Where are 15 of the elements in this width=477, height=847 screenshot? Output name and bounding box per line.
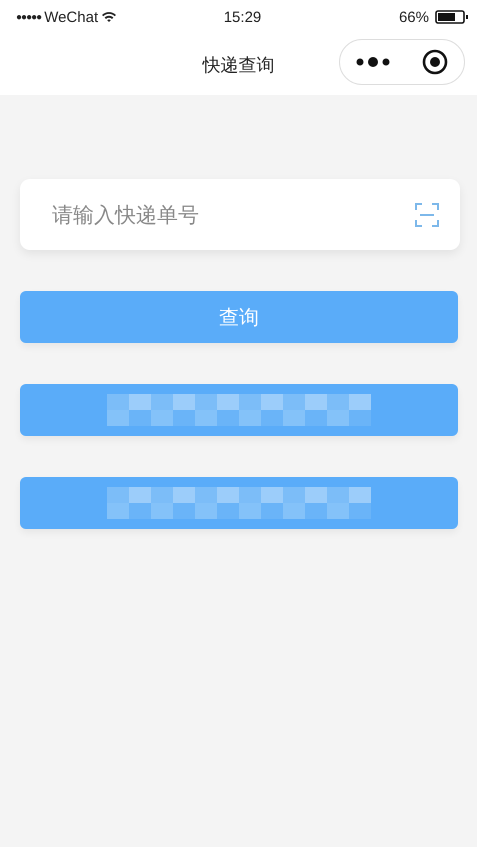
carrier-name: WeChat bbox=[44, 8, 98, 26]
tracking-number-input[interactable]: 请输入快递单号 bbox=[50, 202, 414, 228]
battery-icon bbox=[435, 10, 469, 24]
status-time: 15:29 bbox=[222, 8, 262, 26]
tracking-number-field[interactable]: 请输入快递单号 bbox=[20, 179, 460, 250]
more-icon[interactable] bbox=[356, 57, 390, 67]
wifi-icon bbox=[101, 11, 118, 23]
action-button[interactable] bbox=[20, 384, 458, 436]
close-icon[interactable] bbox=[422, 49, 448, 75]
page-title: 快递查询 bbox=[202, 54, 274, 76]
action-button[interactable] bbox=[20, 477, 458, 529]
battery-percent: 66% bbox=[398, 8, 429, 26]
signal-strength: ●●●●● bbox=[16, 12, 42, 22]
scan-icon[interactable] bbox=[414, 202, 440, 228]
query-button[interactable]: 查询 bbox=[20, 291, 458, 343]
